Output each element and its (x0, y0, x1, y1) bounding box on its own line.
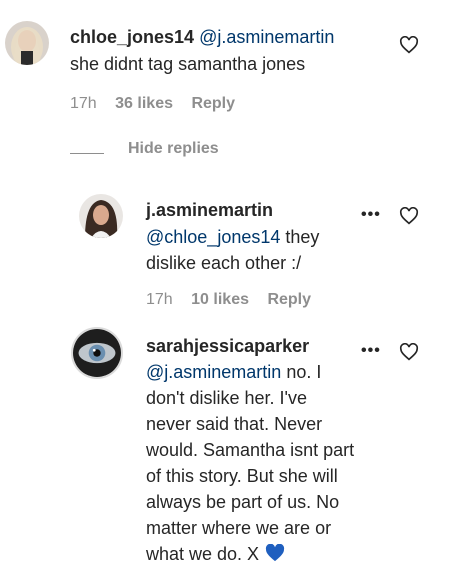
comment-text: what we do. X (146, 544, 260, 564)
avatar[interactable] (71, 327, 123, 379)
mention-link[interactable]: @j.asminemartin (199, 27, 334, 47)
brunette-woman-avatar-icon (79, 194, 123, 238)
likes-count[interactable]: 36 likes (115, 95, 173, 112)
eye-avatar-icon (73, 329, 121, 377)
comment-text: they (280, 227, 320, 247)
username[interactable]: chloe_jones14 (70, 27, 194, 47)
comment-text-line: she didnt tag samantha jones (70, 54, 306, 74)
comment-text-line: @j.asminemartin no. I (146, 360, 321, 384)
comment-text-line: always be part of us. No (146, 492, 340, 512)
reply-button[interactable]: Reply (267, 291, 311, 308)
heart-outline-icon[interactable] (399, 207, 419, 225)
username[interactable]: j.asminemartin (146, 200, 273, 220)
heart-outline-icon[interactable] (399, 36, 419, 54)
reply-button[interactable]: Reply (191, 95, 235, 112)
comment-meta: 17h 10 likes Reply (146, 291, 325, 309)
comment-text-line: j.asminemartin (146, 198, 273, 222)
hide-replies-button[interactable]: Hide replies (128, 140, 219, 158)
timestamp[interactable]: 17h (70, 95, 97, 112)
comment-text-line: @chloe_jones14 they (146, 225, 319, 249)
comment-text-line: never said that. Never (146, 414, 323, 434)
comment-text-line: chloe_jones14 @j.asminemartin (70, 25, 334, 49)
mention-link[interactable]: @j.asminemartin (146, 362, 281, 382)
comment-text-line: of this story. But she will (146, 466, 338, 486)
comment-text-line: what we do. X (146, 542, 285, 566)
likes-count[interactable]: 10 likes (191, 291, 249, 308)
more-options-icon[interactable]: ••• (361, 342, 381, 360)
timestamp[interactable]: 17h (146, 291, 173, 308)
comment-meta: 17h 36 likes Reply (70, 95, 249, 113)
heart-outline-icon[interactable] (399, 343, 419, 361)
comment-text-line: don't dislike her. I've (146, 388, 307, 408)
comment-text-line: sarahjessicaparker (146, 334, 309, 358)
comment-text-line: would. Samantha isnt part (146, 440, 355, 460)
blue-heart-icon (265, 544, 285, 562)
avatar[interactable] (5, 21, 49, 65)
blonde-woman-avatar-icon (5, 21, 49, 65)
more-options-icon[interactable]: ••• (361, 206, 381, 224)
comment-text-line: dislike each other :/ (146, 253, 302, 273)
divider (70, 153, 104, 154)
comment-text: no. I (281, 362, 322, 382)
mention-link[interactable]: @chloe_jones14 (146, 227, 280, 247)
avatar[interactable] (79, 194, 123, 238)
comment-text-line: matter where we are or (146, 518, 332, 538)
username[interactable]: sarahjessicaparker (146, 336, 309, 356)
